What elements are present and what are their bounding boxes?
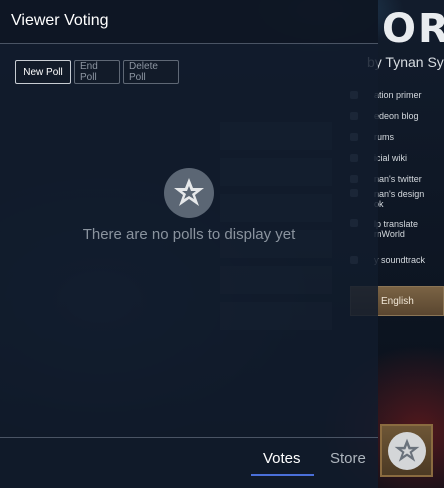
star-shape-icon	[174, 178, 204, 206]
extension-toggle-button[interactable]	[380, 424, 433, 477]
empty-state: There are no polls to display yet	[0, 168, 378, 243]
new-poll-button[interactable]: New Poll	[15, 60, 71, 84]
star-shape-icon	[394, 438, 419, 462]
panel-title: Viewer Voting	[11, 12, 109, 29]
tab-votes[interactable]: Votes	[263, 450, 301, 467]
end-poll-button[interactable]: End Poll	[74, 60, 120, 84]
streamer-star-logo-icon	[164, 168, 214, 218]
panel-header: Viewer Voting	[0, 0, 378, 44]
poll-toolbar: New Poll End Poll Delete Poll	[15, 60, 179, 84]
delete-poll-button[interactable]: Delete Poll	[123, 60, 179, 84]
empty-state-message: There are no polls to display yet	[82, 226, 296, 243]
tab-store[interactable]: Store	[330, 450, 366, 467]
game-byline: by Tynan Sy	[367, 54, 444, 70]
streamer-star-logo-icon	[387, 431, 426, 470]
active-tab-indicator	[251, 474, 314, 476]
game-logo: OR	[382, 6, 444, 52]
viewer-voting-panel: Viewer Voting New Poll End Poll Delete P…	[0, 0, 378, 488]
footer-divider	[0, 437, 378, 438]
